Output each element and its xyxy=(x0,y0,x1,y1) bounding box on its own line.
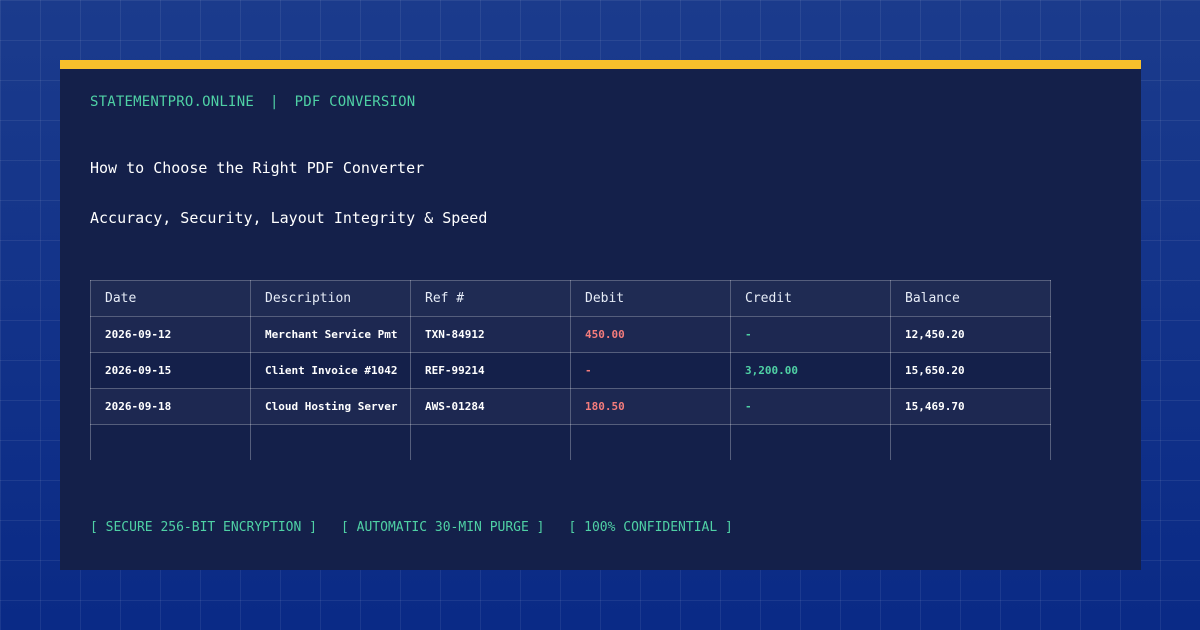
cell-balance: 12,450.20 xyxy=(890,316,1051,353)
column-header-date: Date xyxy=(90,280,251,317)
cell-ref: TXN-84912 xyxy=(410,316,571,353)
page-title: How to Choose the Right PDF Converter xyxy=(90,159,425,177)
statement-card: STATEMENTPRO.ONLINE | PDF CONVERSION How t… xyxy=(60,60,1141,570)
column-header-debit: Debit xyxy=(570,280,731,317)
badge-purge: [ AUTOMATIC 30-MIN PURGE ] xyxy=(340,520,545,535)
cell-date: 2026-09-12 xyxy=(90,316,251,353)
page-subtitle: Accuracy, Security, Layout Integrity & S… xyxy=(90,209,488,227)
accent-bar xyxy=(60,60,1141,69)
cell-credit: 3,200.00 xyxy=(730,352,891,389)
cell-debit: 450.00 xyxy=(570,316,731,353)
cell-debit: - xyxy=(570,352,731,389)
column-header-ref: Ref # xyxy=(410,280,571,317)
table-row-empty xyxy=(90,424,1051,460)
cell-empty xyxy=(410,424,571,460)
column-header-description: Description xyxy=(250,280,411,317)
security-badges: [ SECURE 256-BIT ENCRYPTION ] [ AUTOMATIC… xyxy=(90,520,757,535)
brand-site: STATEMENTPRO.ONLINE xyxy=(90,94,254,110)
table-row: 2026-09-12 Merchant Service Pmt TXN-8491… xyxy=(90,316,1051,353)
column-header-balance: Balance xyxy=(890,280,1051,317)
cell-credit: - xyxy=(730,316,891,353)
cell-balance: 15,469.70 xyxy=(890,388,1051,425)
cell-balance: 15,650.20 xyxy=(890,352,1051,389)
column-header-credit: Credit xyxy=(730,280,891,317)
cell-ref: AWS-01284 xyxy=(410,388,571,425)
cell-empty xyxy=(250,424,411,460)
brand-section: PDF CONVERSION xyxy=(294,94,416,110)
brand-line: STATEMENTPRO.ONLINE | PDF CONVERSION xyxy=(90,94,415,110)
cell-empty xyxy=(90,424,251,460)
cell-date: 2026-09-18 xyxy=(90,388,251,425)
table-row: 2026-09-15 Client Invoice #1042 REF-9921… xyxy=(90,352,1051,389)
cell-debit: 180.50 xyxy=(570,388,731,425)
table-header-row: Date Description Ref # Debit Credit Bala… xyxy=(90,280,1051,317)
cell-description: Cloud Hosting Server xyxy=(250,388,411,425)
cell-date: 2026-09-15 xyxy=(90,352,251,389)
cell-empty xyxy=(730,424,891,460)
table-row: 2026-09-18 Cloud Hosting Server AWS-0128… xyxy=(90,388,1051,425)
statement-table: Date Description Ref # Debit Credit Bala… xyxy=(90,280,1051,460)
cell-empty xyxy=(890,424,1051,460)
brand-separator: | xyxy=(269,94,279,110)
cell-description: Client Invoice #1042 xyxy=(250,352,411,389)
statement-table-wrap: Date Description Ref # Debit Credit Bala… xyxy=(90,280,1051,460)
cell-credit: - xyxy=(730,388,891,425)
cell-empty xyxy=(570,424,731,460)
cell-ref: REF-99214 xyxy=(410,352,571,389)
badge-encryption: [ SECURE 256-BIT ENCRYPTION ] xyxy=(90,520,317,535)
cell-description: Merchant Service Pmt xyxy=(250,316,411,353)
badge-confidential: [ 100% CONFIDENTIAL ] xyxy=(568,520,733,535)
